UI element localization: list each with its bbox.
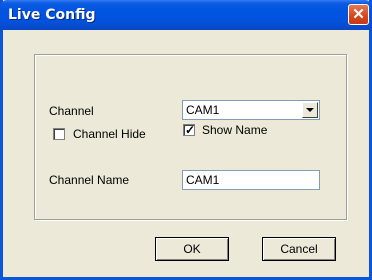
- channel-label: Channel: [49, 104, 94, 118]
- channel-name-value: CAM1: [186, 173, 220, 187]
- show-name-checkbox[interactable]: ✓: [183, 123, 196, 137]
- close-button[interactable]: ✕: [348, 4, 369, 25]
- close-icon: ✕: [352, 6, 365, 23]
- channel-hide-label[interactable]: Channel Hide: [73, 127, 146, 141]
- channel-name-input[interactable]: CAM1: [182, 170, 320, 190]
- show-name-label[interactable]: Show Name: [202, 123, 267, 137]
- channel-select[interactable]: CAM1: [182, 100, 320, 120]
- live-config-dialog: Live Config ✕ Channel CAM1 Channel Hide …: [0, 0, 372, 280]
- channel-hide-checkbox[interactable]: [53, 128, 65, 140]
- channel-select-value: CAM1: [186, 103, 220, 117]
- channel-name-label: Channel Name: [49, 173, 130, 187]
- cancel-button[interactable]: Cancel: [262, 237, 336, 261]
- window-title: Live Config: [8, 7, 96, 23]
- ok-button[interactable]: OK: [155, 237, 229, 261]
- chevron-down-icon[interactable]: [302, 102, 318, 118]
- checkmark-icon: ✓: [185, 123, 196, 137]
- title-bar[interactable]: Live Config ✕: [0, 0, 372, 30]
